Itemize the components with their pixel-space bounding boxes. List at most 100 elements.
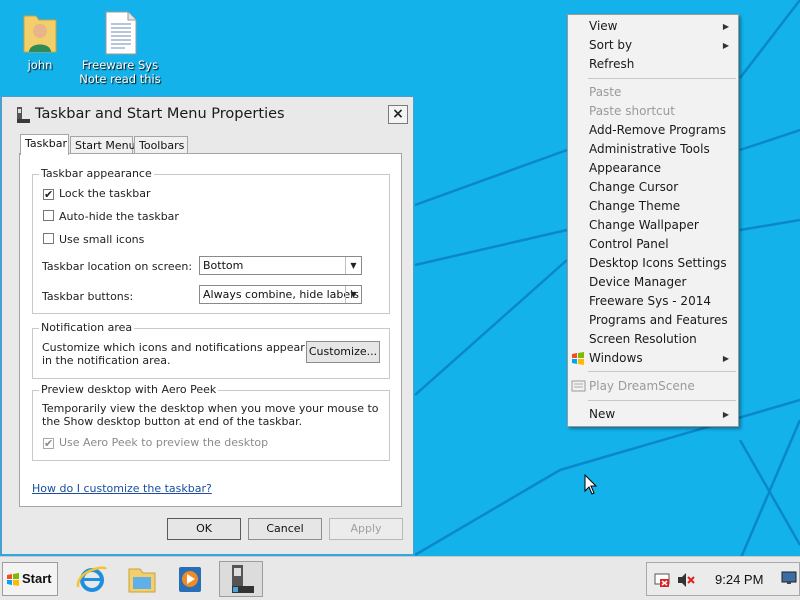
menu-item-label: Change Theme (589, 199, 681, 213)
menu-item-desktop-icons-settings[interactable]: Desktop Icons Settings (568, 254, 738, 273)
location-select-value: Bottom (203, 259, 244, 272)
chevron-down-icon: ▼ (345, 257, 361, 274)
menu-item-change-cursor[interactable]: Change Cursor (568, 178, 738, 197)
windows-logo-icon (572, 352, 584, 365)
dialog-title: Taskbar and Start Menu Properties (35, 106, 285, 122)
checkbox-box[interactable]: ✔ (43, 189, 54, 200)
file-explorer-icon (128, 568, 156, 593)
menu-item-label: Paste (589, 85, 622, 99)
cancel-button[interactable]: Cancel (248, 518, 322, 540)
help-link[interactable]: How do I customize the taskbar? (32, 482, 212, 495)
group-title: Taskbar appearance (39, 167, 154, 180)
volume-muted-icon[interactable] (677, 572, 695, 588)
start-button[interactable]: Start (2, 562, 58, 596)
checkbox-aero-peek[interactable]: ✔ Use Aero Peek to preview the desktop (43, 436, 268, 449)
menu-item-appearance[interactable]: Appearance (568, 159, 738, 178)
buttons-select[interactable]: Always combine, hide labels ▼ (199, 285, 362, 304)
menu-item-freeware-sys[interactable]: Freeware Sys - 2014 (568, 292, 738, 311)
checkbox-label: Use small icons (59, 233, 145, 246)
taskbar-properties-icon (17, 107, 30, 123)
menu-item-change-wallpaper[interactable]: Change Wallpaper (568, 216, 738, 235)
action-center-icon[interactable] (654, 572, 670, 588)
menu-item-administrative-tools[interactable]: Administrative Tools (568, 140, 738, 159)
menu-separator (588, 78, 736, 79)
taskbar-internet-explorer[interactable] (70, 561, 114, 597)
menu-item-view[interactable]: View ▶ (568, 17, 738, 36)
checkbox-box[interactable] (43, 210, 54, 221)
apply-button[interactable]: Apply (329, 518, 403, 540)
taskbar-properties-window[interactable] (219, 561, 263, 597)
menu-item-label: Paste shortcut (589, 104, 675, 118)
notification-description: Customize which icons and notifications … (42, 341, 305, 367)
show-desktop-icon[interactable] (781, 571, 797, 585)
menu-item-label: Play DreamScene (589, 379, 695, 393)
menu-item-device-manager[interactable]: Device Manager (568, 273, 738, 292)
menu-item-refresh[interactable]: Refresh (568, 55, 738, 74)
menu-item-screen-resolution[interactable]: Screen Resolution (568, 330, 738, 349)
menu-item-label: Add-Remove Programs (589, 123, 726, 137)
menu-item-label: View (589, 19, 618, 33)
dreamscene-icon (571, 380, 586, 392)
checkbox-box[interactable] (43, 233, 54, 244)
checkbox-label: Lock the taskbar (59, 187, 151, 200)
mouse-cursor-icon (584, 474, 598, 495)
customize-button[interactable]: Customize... (306, 341, 380, 363)
buttons-label: Taskbar buttons: (42, 290, 134, 303)
menu-item-paste[interactable]: Paste (568, 83, 738, 102)
menu-item-label: Screen Resolution (589, 332, 697, 346)
clock[interactable]: 9:24 PM (715, 572, 763, 587)
menu-item-add-remove-programs[interactable]: Add-Remove Programs (568, 121, 738, 140)
menu-item-windows[interactable]: Windows ▶ (568, 349, 738, 368)
peek-description: Temporarily view the desktop when you mo… (42, 402, 379, 428)
desktop-context-menu: View ▶ Sort by ▶ Refresh Paste Paste short… (567, 14, 739, 427)
checkbox-lock-taskbar[interactable]: ✔ Lock the taskbar (43, 187, 151, 200)
menu-item-label: Refresh (589, 57, 635, 71)
group-notification-area: Notification area Customize which icons … (32, 321, 390, 379)
menu-item-programs-and-features[interactable]: Programs and Features (568, 311, 738, 330)
menu-item-label: Sort by (589, 38, 633, 52)
submenu-arrow-icon: ▶ (722, 22, 729, 31)
checkbox-small-icons[interactable]: Use small icons (43, 233, 144, 246)
buttons-select-value: Always combine, hide labels (203, 288, 359, 301)
windows-logo-icon (7, 573, 19, 586)
location-select[interactable]: Bottom ▼ (199, 256, 362, 275)
menu-item-label: Change Wallpaper (589, 218, 699, 232)
checkbox-box[interactable]: ✔ (43, 438, 54, 449)
tab-panel-taskbar: Taskbar appearance ✔ Lock the taskbar Aut… (19, 153, 402, 507)
menu-item-label: Administrative Tools (589, 142, 710, 156)
menu-item-new[interactable]: New ▶ (568, 405, 738, 424)
menu-separator (588, 371, 736, 372)
menu-item-play-dreamscene[interactable]: Play DreamScene (568, 377, 738, 396)
desktop-icon-label: john (27, 58, 53, 72)
media-player-icon (179, 567, 201, 592)
taskbar-properties-dialog[interactable]: Taskbar and Start Menu Properties × Task… (0, 96, 414, 555)
desktop-icon-freeware-sys[interactable]: Freeware Sys Note read this (75, 8, 165, 86)
internet-explorer-icon (76, 566, 108, 592)
chevron-down-icon: ▼ (345, 286, 361, 303)
taskbar: Start 9:24 PM (0, 556, 800, 600)
desktop-icon-label-line1: Freeware Sys (81, 58, 159, 72)
desktop-icon-john[interactable]: john (0, 8, 85, 72)
start-label: Start (22, 571, 52, 586)
desktop-icon-label-line2: Note read this (79, 72, 161, 86)
close-button[interactable]: × (388, 105, 408, 124)
ok-button[interactable]: OK (167, 518, 241, 540)
system-tray: 9:24 PM (646, 562, 800, 596)
menu-item-label: Programs and Features (589, 313, 728, 327)
taskbar-properties-icon (232, 565, 254, 593)
menu-item-label: Device Manager (589, 275, 687, 289)
menu-item-change-theme[interactable]: Change Theme (568, 197, 738, 216)
taskbar-file-explorer[interactable] (120, 561, 164, 597)
menu-item-control-panel[interactable]: Control Panel (568, 235, 738, 254)
group-title: Preview desktop with Aero Peek (39, 383, 219, 396)
tab-taskbar[interactable]: Taskbar (20, 134, 69, 155)
menu-item-label: Windows (589, 351, 643, 365)
user-folder-icon (23, 15, 57, 53)
checkbox-auto-hide[interactable]: Auto-hide the taskbar (43, 210, 179, 223)
menu-item-paste-shortcut[interactable]: Paste shortcut (568, 102, 738, 121)
text-document-icon (105, 11, 137, 55)
taskbar-media-player[interactable] (168, 561, 212, 597)
location-label: Taskbar location on screen: (42, 260, 193, 273)
group-aero-peek: Preview desktop with Aero Peek Temporari… (32, 383, 390, 461)
menu-item-sort-by[interactable]: Sort by ▶ (568, 36, 738, 55)
